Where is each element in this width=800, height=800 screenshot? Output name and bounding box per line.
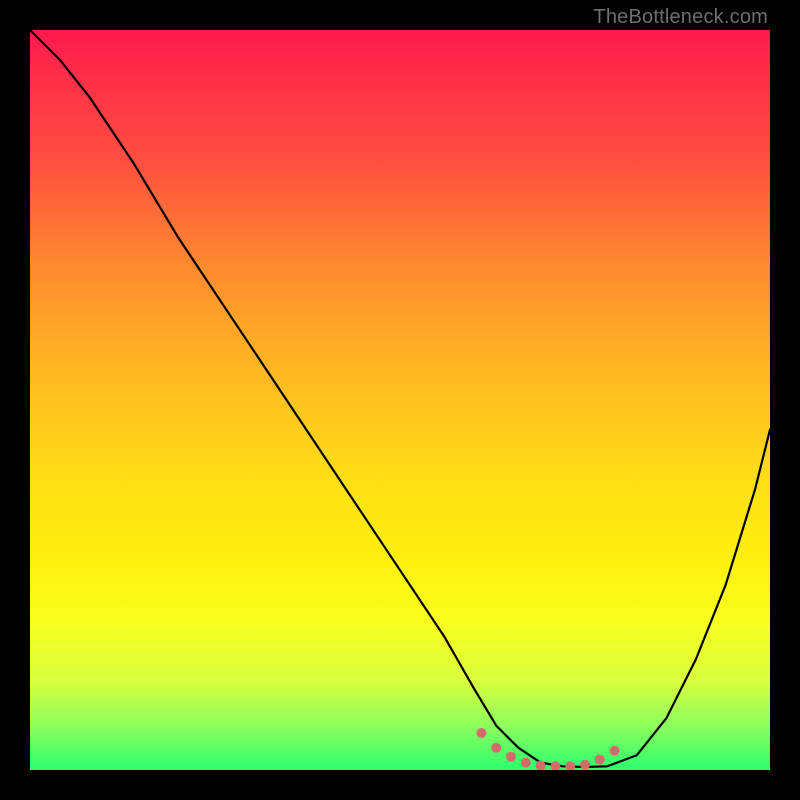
marker-dot [595,755,605,765]
marker-dot [550,761,560,770]
marker-dot [476,728,486,738]
plot-area [30,30,770,770]
watermark-text: TheBottleneck.com [593,6,768,29]
marker-dot [521,758,531,768]
marker-dot [491,743,501,753]
marker-dot [506,752,516,762]
marker-dot [580,760,590,770]
marker-dot [565,761,575,770]
marker-dot [536,761,546,770]
curve-line [30,30,770,767]
chart-svg [30,30,770,770]
marker-dot [610,746,620,756]
